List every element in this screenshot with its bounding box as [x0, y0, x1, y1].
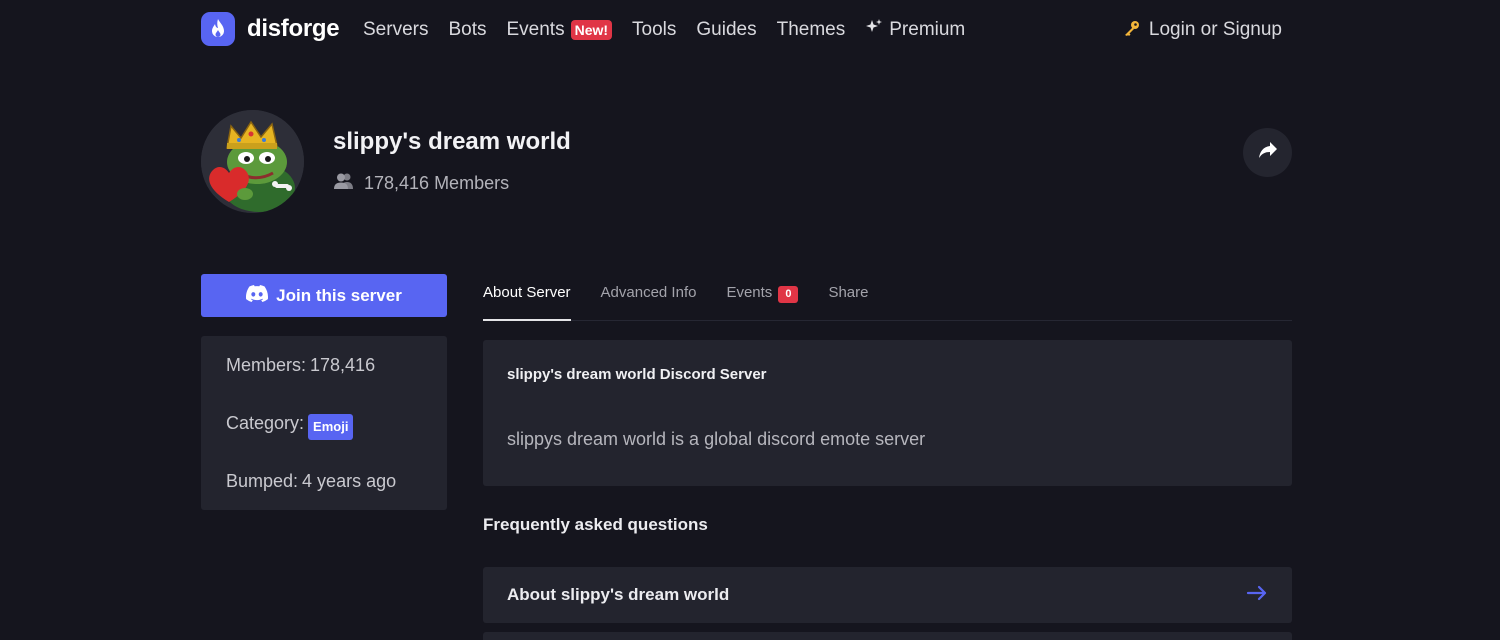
tab-label: Share	[828, 284, 869, 301]
brand-logo[interactable]: disforge	[201, 12, 340, 46]
nav-link-label: Events	[506, 19, 565, 40]
nav-link-events[interactable]: Events New!	[507, 19, 613, 41]
sparkles-icon	[865, 18, 883, 42]
tab-about-server[interactable]: About Server	[483, 281, 571, 321]
login-label: Login or Signup	[1148, 19, 1282, 40]
tab-label: Events	[726, 284, 773, 301]
nav-link-label: Guides	[696, 19, 757, 40]
flame-logo-icon	[201, 12, 235, 46]
about-description: slippys dream world is a global discord …	[507, 429, 926, 449]
members-label: Members:	[226, 355, 307, 375]
nav-link-label: Servers	[363, 19, 429, 40]
nav-link-label: Themes	[776, 19, 846, 40]
server-tabs: About Server Advanced Info Events 0 Shar…	[483, 281, 1292, 321]
key-icon	[1123, 19, 1141, 42]
crowned-frog-avatar-icon	[201, 110, 304, 213]
about-server-card: slippy's dream world Discord Server slip…	[483, 340, 1292, 486]
category-row: Category: Emoji	[226, 412, 447, 470]
tab-advanced-info[interactable]: Advanced Info	[601, 281, 697, 321]
nav-link-servers[interactable]: Servers	[363, 19, 428, 41]
faq-item[interactable]: About slippy's dream world	[483, 567, 1292, 623]
nav-link-label: Tools	[632, 19, 677, 40]
tab-label: About Server	[483, 284, 571, 301]
bumped-label: Bumped:	[226, 471, 299, 491]
login-signup-link[interactable]: Login or Signup	[1123, 18, 1282, 42]
discord-icon	[246, 284, 269, 307]
tab-share[interactable]: Share	[828, 281, 868, 321]
member-count-text: 178,416 Members	[364, 173, 510, 193]
faq-item[interactable]	[483, 632, 1292, 640]
main-nav: Servers Bots Events New! Tools Guides Th…	[363, 18, 965, 42]
category-label: Category:	[226, 413, 305, 433]
server-name: slippy's dream world	[333, 128, 571, 155]
arrow-right-icon	[1246, 585, 1268, 606]
tab-events[interactable]: Events 0	[726, 281, 799, 321]
nav-link-tools[interactable]: Tools	[632, 19, 676, 41]
events-count-badge: 0	[778, 286, 799, 303]
nav-link-premium[interactable]: Premium	[865, 18, 965, 42]
tab-label: Advanced Info	[600, 284, 697, 301]
nav-link-label: Premium	[889, 19, 966, 40]
top-navbar: disforge Servers Bots Events New! Tools …	[0, 0, 1500, 60]
category-badge[interactable]: Emoji	[308, 414, 354, 440]
nav-link-bots[interactable]: Bots	[448, 19, 486, 41]
users-icon	[333, 172, 355, 195]
share-button[interactable]	[1243, 128, 1292, 177]
server-info-card: Members: 178,416 Category: Emoji Bumped:…	[201, 336, 447, 510]
faq-heading: Frequently asked questions	[483, 515, 708, 534]
faq-item-label: About slippy's dream world	[507, 585, 730, 604]
members-value: 178,416	[310, 355, 376, 375]
server-avatar	[201, 110, 304, 213]
share-arrow-icon	[1258, 141, 1278, 164]
nav-link-label: Bots	[448, 19, 487, 40]
member-count: 178,416 Members	[333, 172, 509, 195]
bumped-value: 4 years ago	[302, 471, 397, 491]
nav-link-themes[interactable]: Themes	[777, 19, 846, 41]
join-server-button[interactable]: Join this server	[201, 274, 447, 317]
nav-link-guides[interactable]: Guides	[696, 19, 756, 41]
about-title: slippy's dream world Discord Server	[507, 366, 767, 383]
brand-name: disforge	[247, 15, 340, 42]
join-button-label: Join this server	[276, 285, 402, 305]
new-badge: New!	[570, 20, 613, 40]
members-row: Members: 178,416	[226, 354, 447, 412]
bumped-row: Bumped: 4 years ago	[226, 470, 447, 528]
